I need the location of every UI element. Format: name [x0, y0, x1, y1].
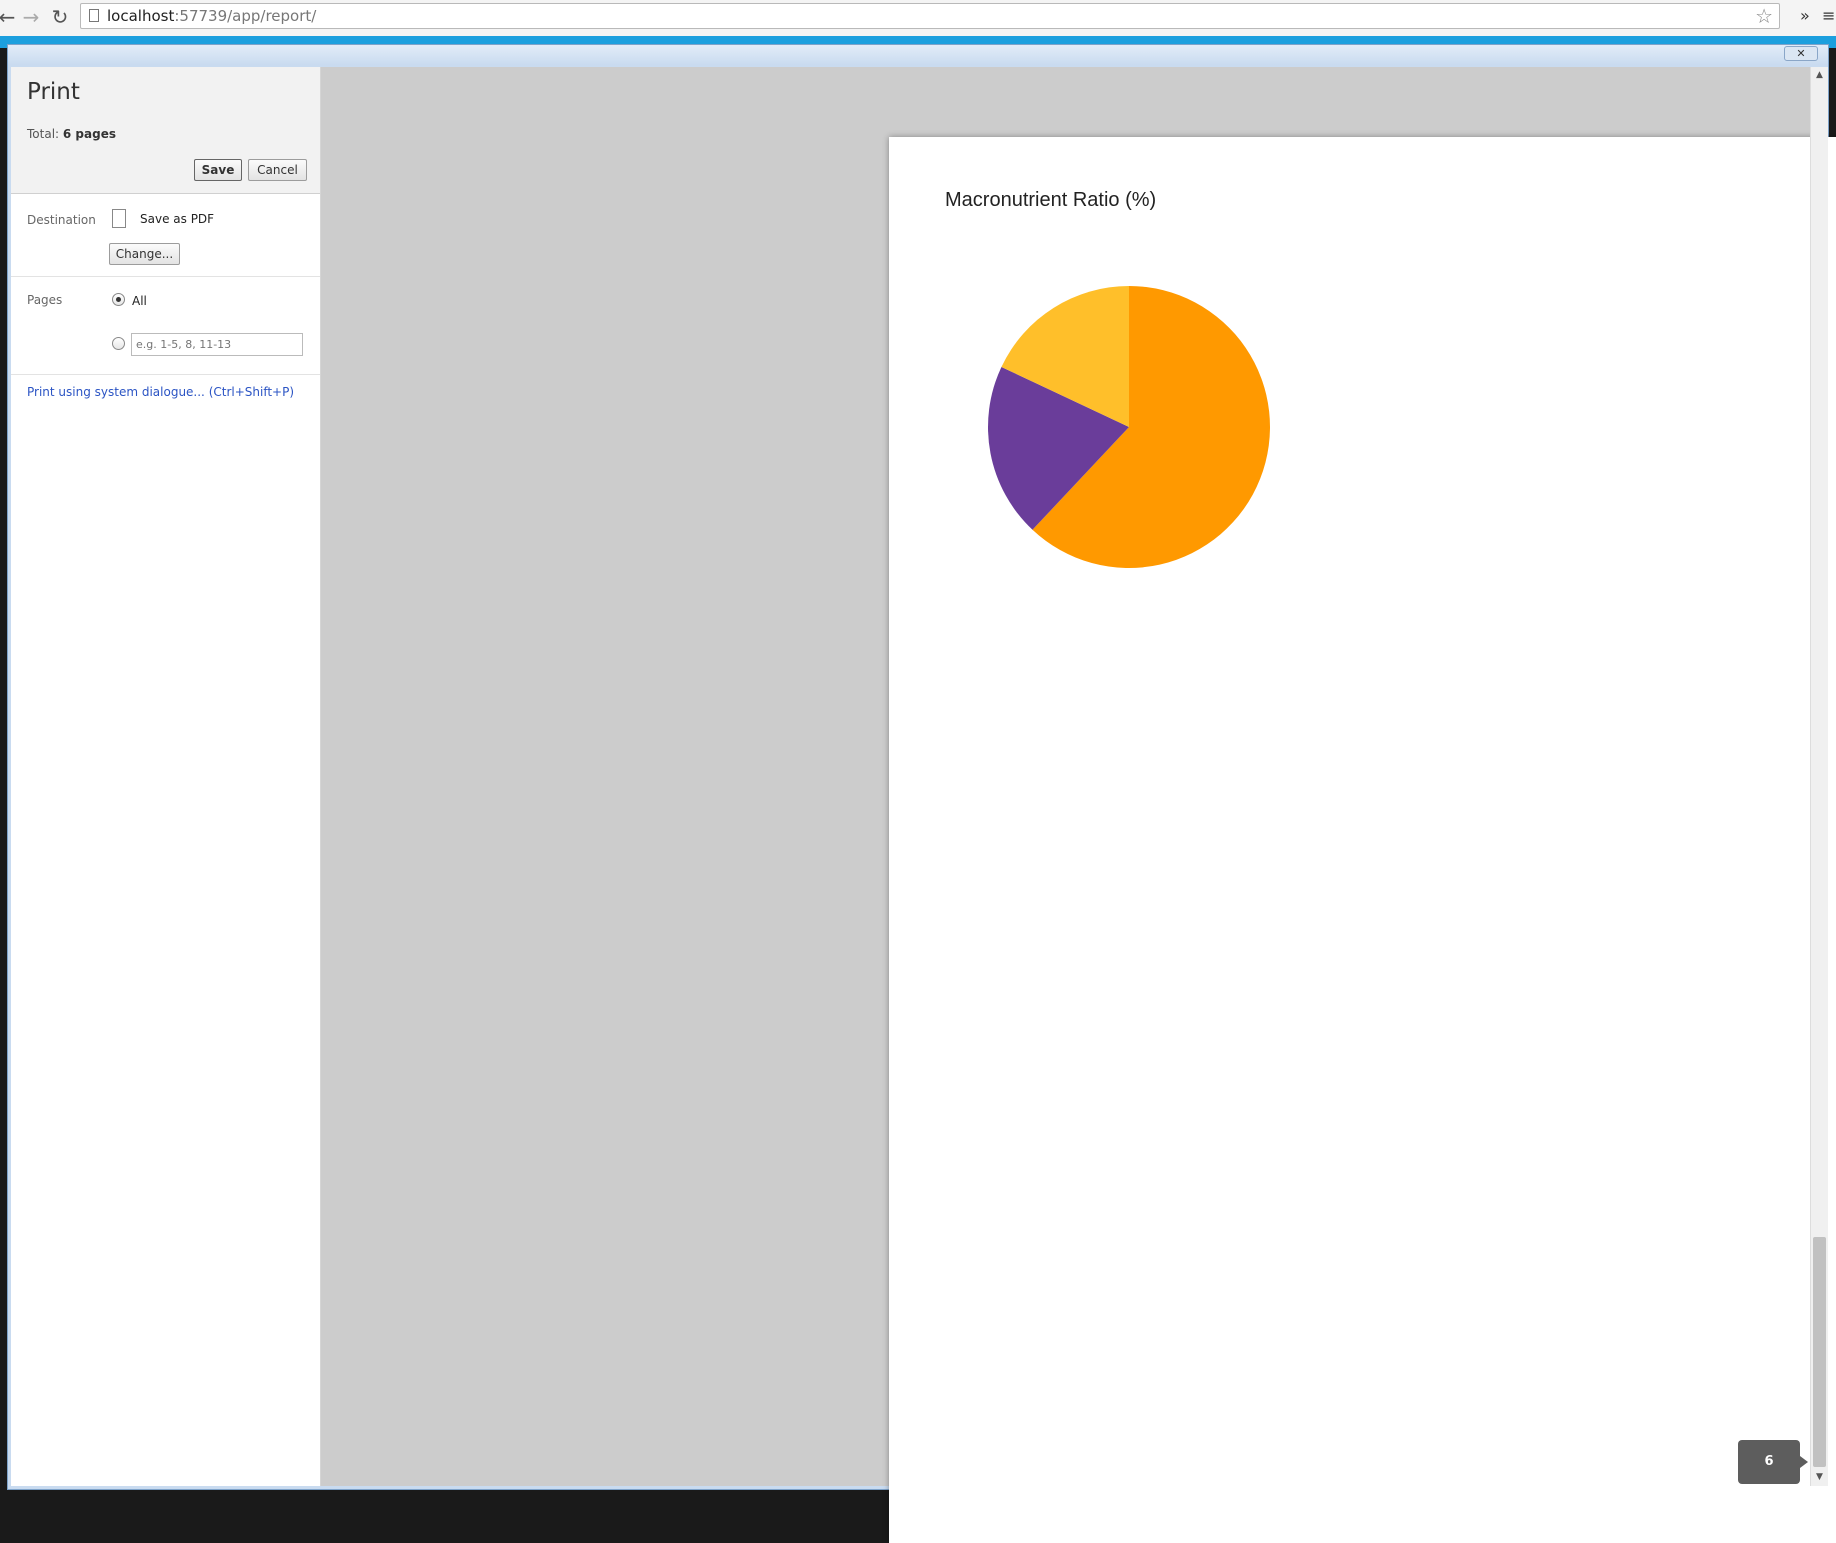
url-path: :57739/app/report/: [174, 7, 317, 25]
address-bar[interactable]: localhost:57739/app/report/ ☆: [80, 3, 1780, 29]
preview-page: Macronutrient Ratio (%): [889, 137, 1836, 1543]
total-pages: Total: 6 pages: [27, 127, 116, 141]
scroll-down-icon[interactable]: ▼: [1811, 1469, 1828, 1486]
reload-icon[interactable]: ↻: [49, 6, 71, 28]
pdf-document-icon: [112, 209, 126, 228]
total-value: 6 pages: [62, 127, 116, 141]
url-text[interactable]: localhost:57739/app/report/: [107, 6, 316, 26]
scroll-thumb[interactable]: [1813, 1237, 1826, 1467]
menu-icon[interactable]: ≡: [1822, 5, 1835, 27]
page-icon: [89, 9, 99, 22]
total-label: Total:: [27, 127, 60, 141]
more-extensions-icon[interactable]: »: [1800, 5, 1810, 27]
print-window-titlebar: [8, 45, 1828, 65]
back-icon[interactable]: ←: [0, 6, 18, 28]
url-host: localhost: [107, 7, 175, 25]
pages-label: Pages: [27, 293, 63, 307]
page-range-input[interactable]: [131, 333, 303, 356]
bookmark-star-icon[interactable]: ☆: [1755, 4, 1773, 28]
forward-icon[interactable]: →: [20, 6, 42, 28]
pages-range-radio[interactable]: [112, 337, 125, 350]
system-dialog-link[interactable]: Print using system dialogue... (Ctrl+Shi…: [27, 385, 294, 399]
divider: [11, 276, 320, 277]
pages-all-radio[interactable]: [112, 293, 125, 306]
preview-scrollbar[interactable]: ▲ ▼: [1810, 67, 1828, 1486]
pages-all-label: All: [132, 294, 147, 308]
close-icon[interactable]: ✕: [1784, 46, 1818, 61]
print-sidebar: Print Total: 6 pages Save Cancel Destina…: [11, 67, 321, 1486]
scroll-up-icon[interactable]: ▲: [1811, 67, 1828, 84]
page-number-indicator: 6: [1738, 1440, 1808, 1484]
pie-chart: [988, 286, 1270, 568]
cancel-button[interactable]: Cancel: [248, 159, 307, 181]
destination-label: Destination: [27, 213, 96, 227]
print-title: Print: [27, 79, 80, 105]
change-destination-button[interactable]: Change...: [109, 243, 180, 265]
browser-toolbar: ← → ↻ localhost:57739/app/report/ ☆ » ≡: [0, 0, 1836, 37]
print-preview-area: Macronutrient Ratio (%): [321, 67, 1836, 1543]
save-button[interactable]: Save: [194, 159, 242, 181]
divider: [11, 374, 320, 375]
print-header: Print Total: 6 pages Save Cancel: [11, 67, 320, 194]
destination-value: Save as PDF: [140, 212, 215, 226]
